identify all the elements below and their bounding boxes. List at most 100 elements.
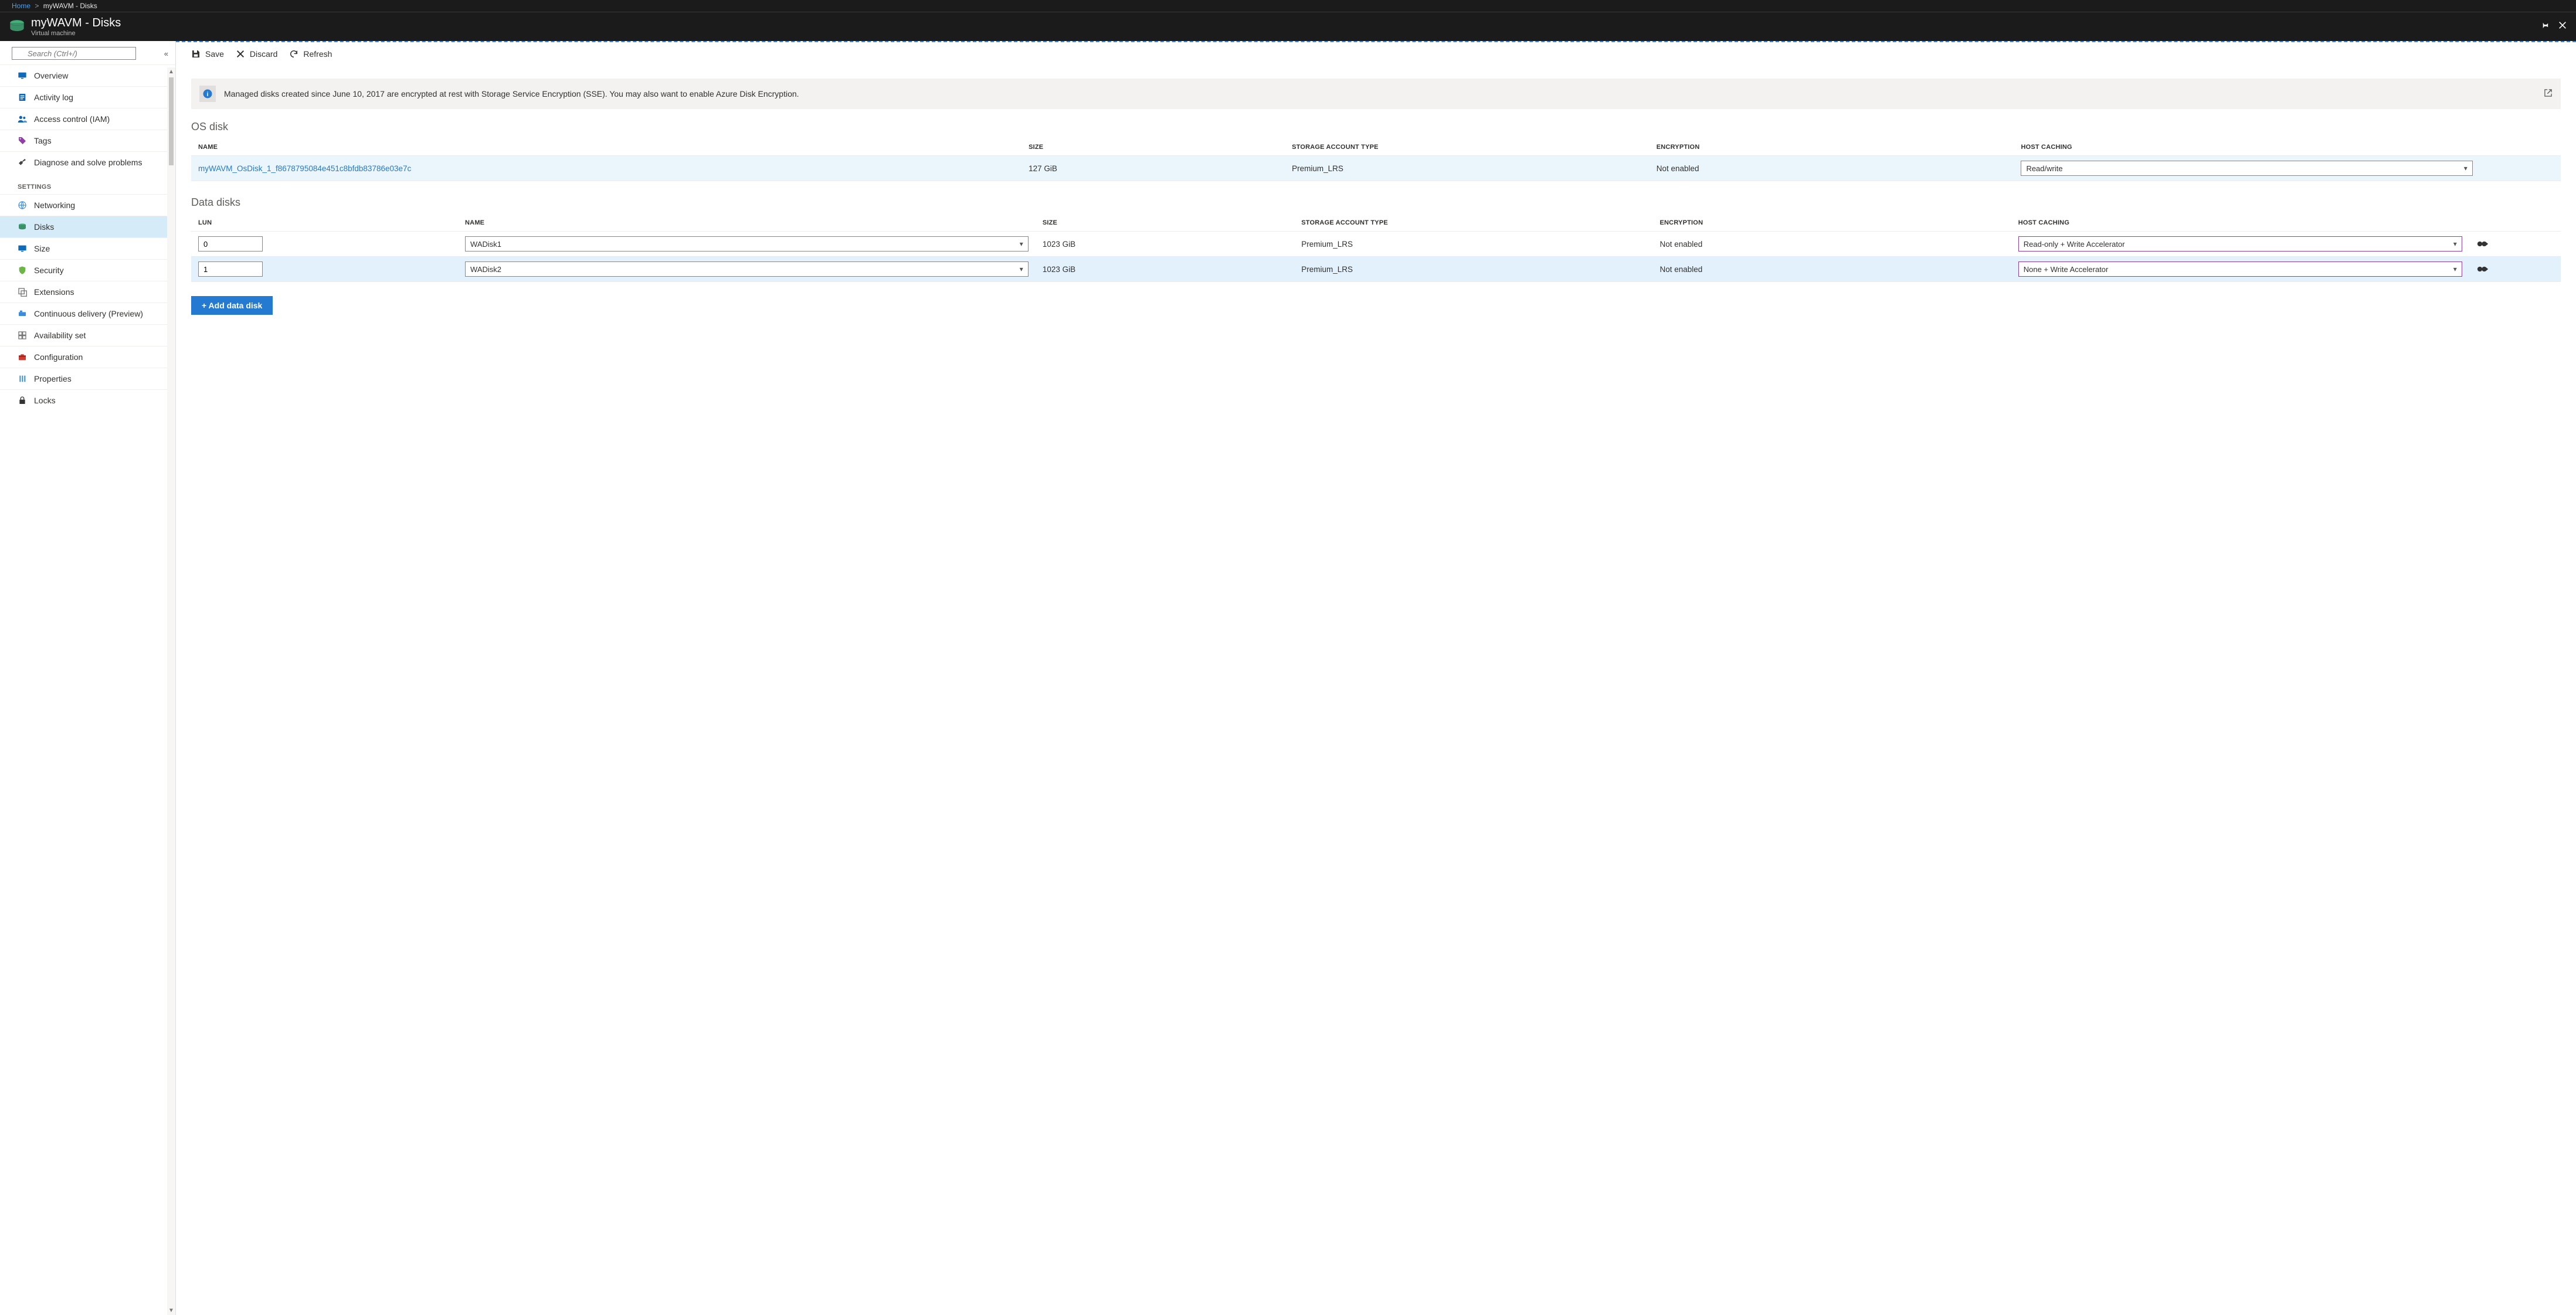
sidebar-item-locks[interactable]: Locks <box>0 389 175 411</box>
disk-name-select[interactable]: WADisk2 ▾ <box>465 261 1029 277</box>
scroll-thumb[interactable] <box>169 77 174 165</box>
sidebar-item-label: Locks <box>34 396 56 405</box>
sidebar-item-networking[interactable]: Networking <box>0 194 175 216</box>
data-disk-row: WADisk1 ▾ 1023 GiB Premium_LRS Not enable… <box>191 232 2561 257</box>
sidebar-item-overview[interactable]: Overview <box>0 64 175 86</box>
chevron-down-icon: ▾ <box>1020 265 1023 273</box>
sidebar-item-tags[interactable]: Tags <box>0 130 175 151</box>
sidebar-item-properties[interactable]: Properties <box>0 368 175 389</box>
chevron-down-icon: ▾ <box>2453 240 2457 248</box>
sidebar-item-label: Tags <box>34 136 52 145</box>
sidebar-item-size[interactable]: Size <box>0 237 175 259</box>
col-dencryption: ENCRYPTION <box>1653 213 2011 232</box>
write-accelerator-icon[interactable] <box>2476 264 2489 274</box>
info-icon: i <box>199 86 216 102</box>
sidebar-item-label: Access control (IAM) <box>34 114 110 124</box>
disk-storage: Premium_LRS <box>1294 232 1652 257</box>
sidebar-item-label: Disks <box>34 222 54 232</box>
shield-icon <box>18 266 27 275</box>
sidebar-item-continuous-delivery-preview-[interactable]: Continuous delivery (Preview) <box>0 303 175 324</box>
lun-input[interactable] <box>198 261 263 277</box>
sidebar-item-label: Properties <box>34 374 72 383</box>
sidebar-item-extensions[interactable]: Extensions <box>0 281 175 303</box>
disk-encryption: Not enabled <box>1653 257 2011 282</box>
disk-name-value: WADisk2 <box>470 265 501 274</box>
sidebar-item-activity-log[interactable]: Activity log <box>0 86 175 108</box>
sidebar-item-label: Availability set <box>34 331 86 340</box>
monitor-icon <box>18 244 27 253</box>
sidebar-item-access-control-iam-[interactable]: Access control (IAM) <box>0 108 175 130</box>
toolbar: Save Discard Refresh <box>176 42 2576 67</box>
col-dstorage: STORAGE ACCOUNT TYPE <box>1294 213 1652 232</box>
close-icon[interactable] <box>2558 21 2567 33</box>
sidebar-item-label: Configuration <box>34 352 83 362</box>
refresh-button[interactable]: Refresh <box>289 49 332 59</box>
col-dhost: HOST CACHING <box>2011 213 2469 232</box>
sidebar-item-label: Overview <box>34 71 68 80</box>
write-accelerator-icon[interactable] <box>2476 239 2489 249</box>
search-input[interactable] <box>12 47 136 60</box>
props-icon <box>18 374 27 383</box>
discard-button[interactable]: Discard <box>236 49 277 59</box>
disk-icon <box>18 222 27 232</box>
disk-size: 1023 GiB <box>1036 232 1294 257</box>
lock-icon <box>18 396 27 405</box>
disk-size: 1023 GiB <box>1036 257 1294 282</box>
info-banner-text: Managed disks created since June 10, 201… <box>224 89 799 98</box>
col-size: SIZE <box>1021 138 1285 156</box>
sidebar-item-label: Diagnose and solve problems <box>34 158 142 167</box>
tag-icon <box>18 136 27 145</box>
os-disk-table: NAME SIZE STORAGE ACCOUNT TYPE ENCRYPTIO… <box>191 138 2561 181</box>
sidebar: « Overview Activity log Access control (IA… <box>0 41 176 1315</box>
save-button[interactable]: Save <box>191 49 224 59</box>
os-disk-host-value: Read/write <box>2026 164 2062 173</box>
col-dname: NAME <box>458 213 1036 232</box>
sidebar-item-disks[interactable]: Disks <box>0 216 175 237</box>
sidebar-item-label: Networking <box>34 201 75 210</box>
sidebar-item-configuration[interactable]: Configuration <box>0 346 175 368</box>
config-icon <box>18 352 27 362</box>
os-disk-size: 127 GiB <box>1021 156 1285 181</box>
add-data-disk-button[interactable]: + Add data disk <box>191 296 273 315</box>
disk-name-select[interactable]: WADisk1 ▾ <box>465 236 1029 252</box>
open-external-icon[interactable] <box>2544 89 2553 99</box>
page-subtitle: Virtual machine <box>31 30 121 37</box>
os-disk-host-caching-select[interactable]: Read/write ▾ <box>2021 161 2472 176</box>
col-encryption: ENCRYPTION <box>1650 138 2014 156</box>
tools-icon <box>18 158 27 167</box>
data-disk-row: WADisk2 ▾ 1023 GiB Premium_LRS Not enable… <box>191 257 2561 282</box>
sidebar-item-availability-set[interactable]: Availability set <box>0 324 175 346</box>
chevron-down-icon: ▾ <box>2464 164 2468 172</box>
sidebar-item-security[interactable]: Security <box>0 259 175 281</box>
collapse-sidebar-icon[interactable]: « <box>164 49 168 58</box>
sidebar-scrollbar[interactable]: ▲ ▼ <box>167 67 175 1315</box>
sidebar-group-settings: SETTINGS <box>0 184 175 194</box>
col-name: NAME <box>191 138 1021 156</box>
breadcrumb-home[interactable]: Home <box>12 2 30 10</box>
scroll-up-icon[interactable]: ▲ <box>168 67 174 76</box>
host-caching-value: None + Write Accelerator <box>2024 265 2109 274</box>
avail-icon <box>18 331 27 340</box>
chevron-down-icon: ▾ <box>1020 240 1023 248</box>
scroll-down-icon[interactable]: ▼ <box>168 1306 174 1315</box>
log-icon <box>18 93 27 102</box>
ship-icon <box>18 309 27 318</box>
lun-input[interactable] <box>198 236 263 252</box>
header-bar: Home > myWAVM - Disks myWAVM - Disks Vir… <box>0 0 2576 41</box>
data-disks-table: LUN NAME SIZE STORAGE ACCOUNT TYPE ENCRY… <box>191 213 2561 282</box>
sidebar-item-label: Extensions <box>34 287 74 297</box>
os-disk-section-title: OS disk <box>191 121 2561 133</box>
os-disk-name-link[interactable]: myWAVM_OsDisk_1_f8678795084e451c8bfdb837… <box>198 164 411 173</box>
disk-encryption: Not enabled <box>1653 232 2011 257</box>
host-caching-select[interactable]: Read-only + Write Accelerator▾ <box>2018 236 2462 252</box>
disk-name-value: WADisk1 <box>470 240 501 249</box>
host-caching-select[interactable]: None + Write Accelerator ▾ <box>2018 261 2462 277</box>
people-icon <box>18 114 27 124</box>
pin-icon[interactable] <box>2540 21 2550 33</box>
sidebar-item-diagnose-and-solve-problems[interactable]: Diagnose and solve problems <box>0 151 175 173</box>
breadcrumb-current: myWAVM - Disks <box>43 2 97 10</box>
disk-storage: Premium_LRS <box>1294 257 1652 282</box>
chevron-down-icon: ▾ <box>2453 265 2457 273</box>
sidebar-item-label: Security <box>34 266 64 275</box>
sidebar-item-label: Activity log <box>34 93 73 102</box>
